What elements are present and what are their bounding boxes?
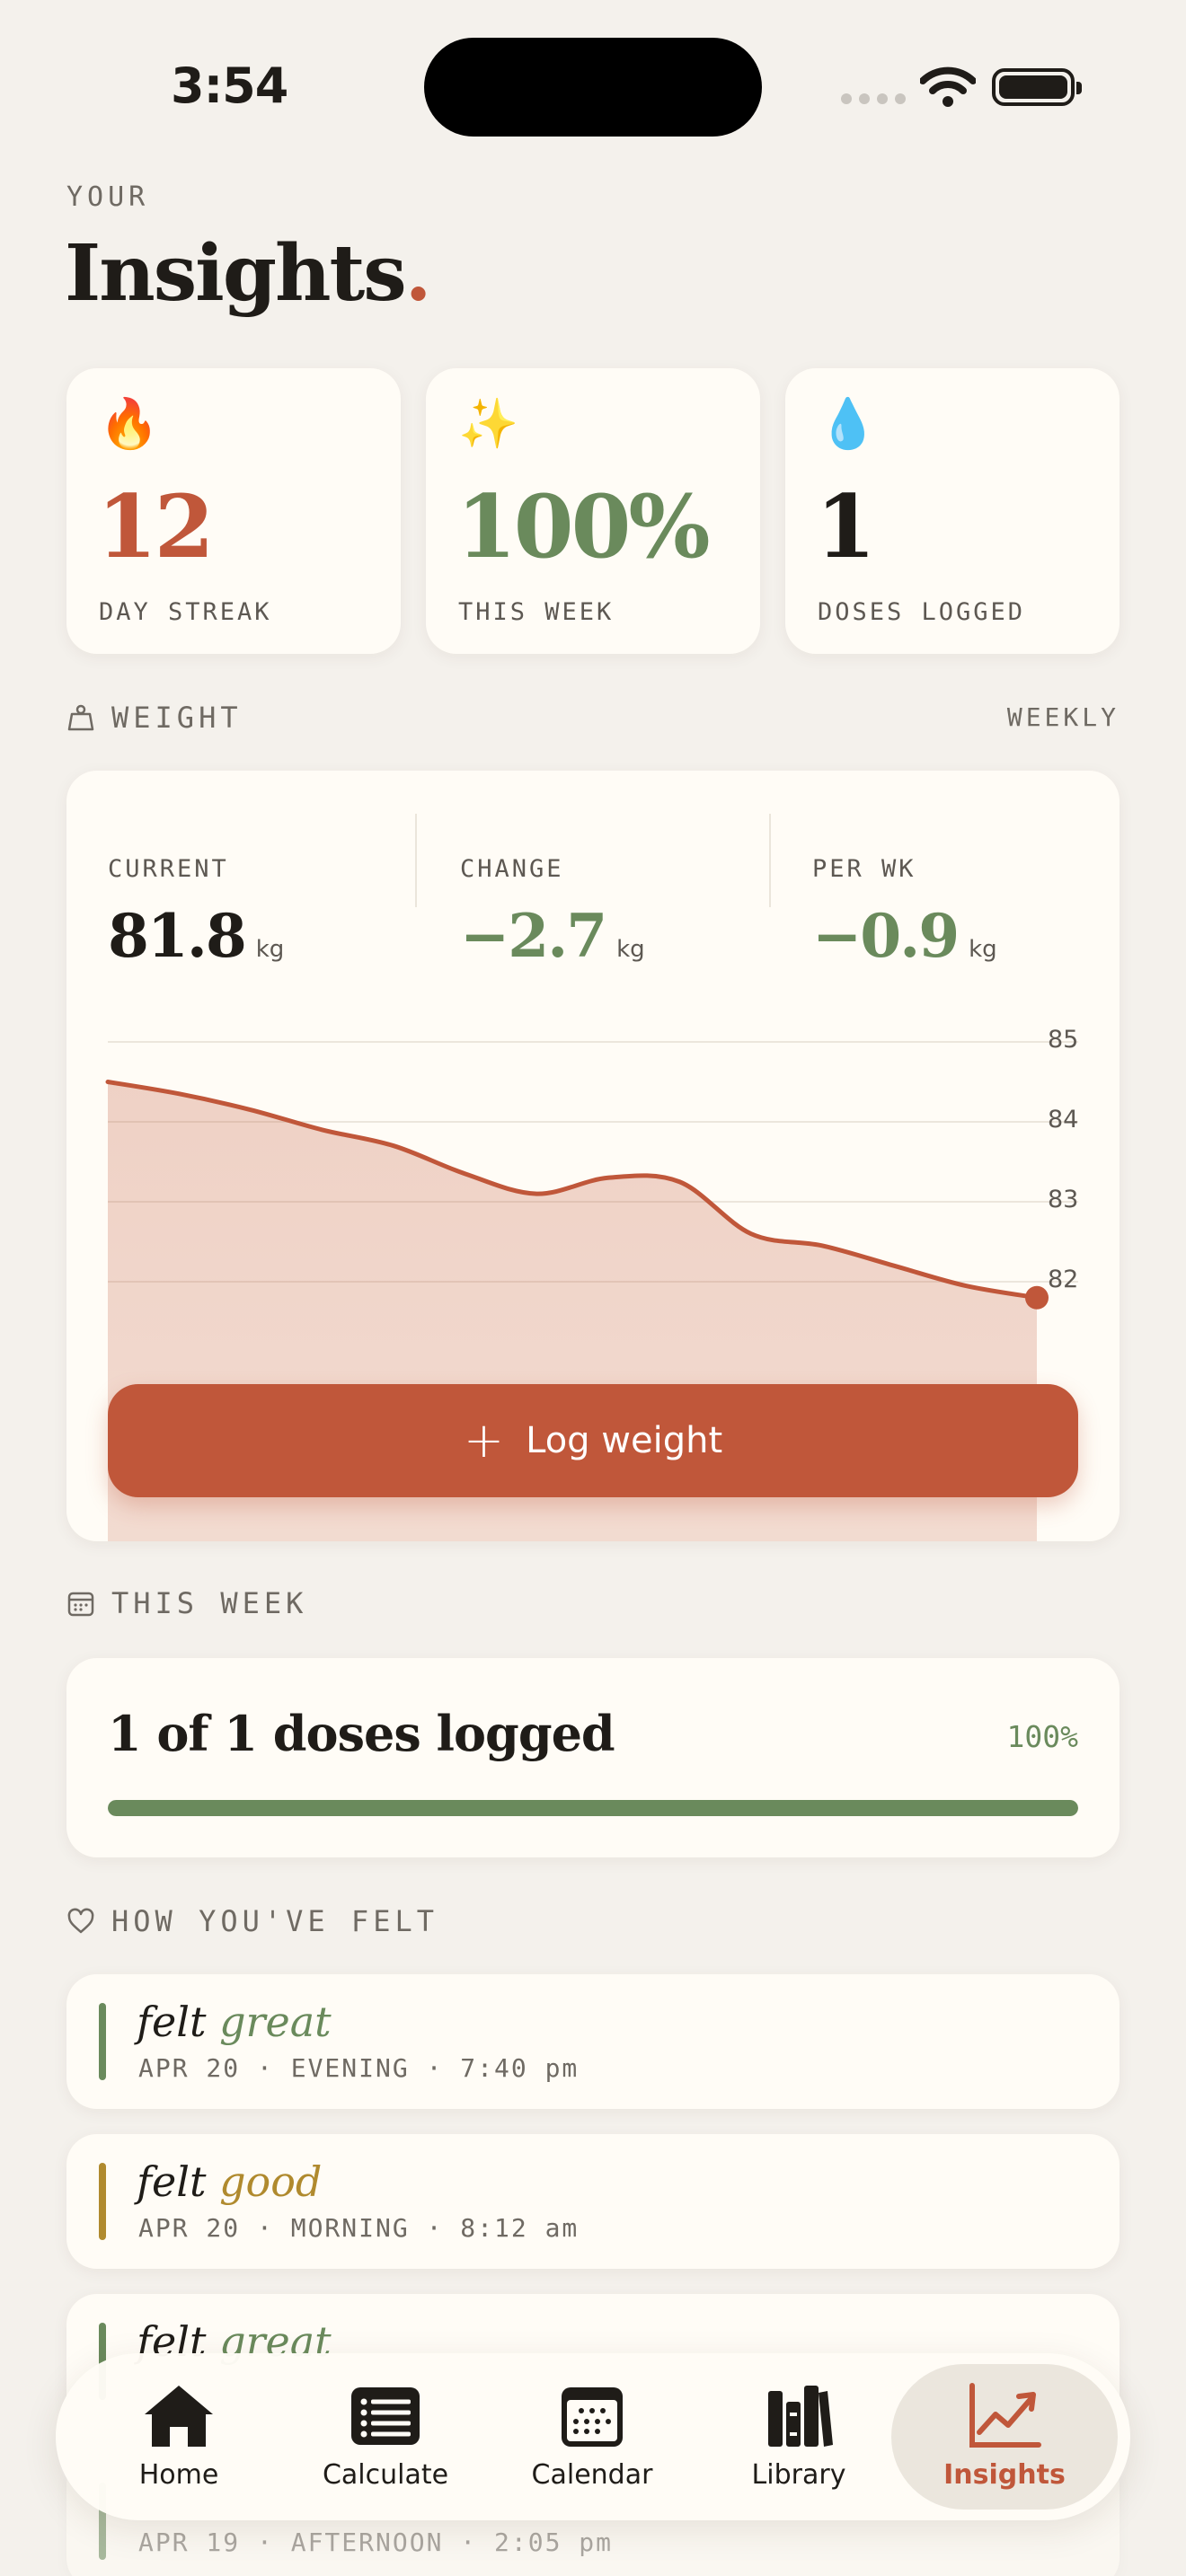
log-weight-button[interactable]: + Log weight: [108, 1384, 1078, 1497]
books-icon: [768, 2386, 833, 2447]
chart-icon: [969, 2383, 1041, 2448]
tab-home[interactable]: Home: [75, 2353, 282, 2520]
feeling-meta: APR 20 · EVENING · 7:40 pm: [138, 2053, 580, 2083]
weight-section-header: WEIGHT: [66, 701, 243, 735]
weight-icon: [67, 704, 94, 731]
tab-insights[interactable]: Insights: [891, 2364, 1118, 2510]
week-progress-fill: [108, 1800, 1078, 1816]
doses-summary: 1 of 1 doses logged: [108, 1705, 615, 1762]
mood-stripe: [99, 2003, 106, 2080]
tab-calculate[interactable]: Calculate: [282, 2353, 489, 2520]
tab-label: Calculate: [322, 2459, 449, 2491]
wifi-icon: [920, 66, 976, 107]
felt-prefix: felt: [137, 1998, 207, 2046]
y-tick-label: 82: [1048, 1266, 1079, 1293]
sparkles-icon: ✨: [458, 395, 519, 452]
stat-value: 1: [816, 476, 876, 578]
stat-label: THIS WEEK: [458, 598, 615, 626]
section-label: HOW YOU'VE FELT: [111, 1904, 438, 1938]
page-title-text: Insights: [65, 228, 407, 319]
week-percent: 100%: [1006, 1719, 1078, 1754]
calendar-icon: [562, 2387, 623, 2447]
status-time: 3:54: [171, 57, 288, 114]
tab-label: Home: [138, 2459, 219, 2491]
tab-label: Calendar: [531, 2459, 653, 2491]
section-label: WEIGHT: [111, 701, 243, 735]
feeling-meta: APR 20 · MORNING · 8:12 am: [138, 2213, 580, 2243]
feeling-entry[interactable]: felt good APR 20 · MORNING · 8:12 am: [66, 2134, 1120, 2269]
tab-label: Insights: [943, 2459, 1066, 2491]
page-title: Insights.: [65, 228, 432, 319]
page-eyebrow: YOUR: [66, 181, 150, 213]
stat-card-week: ✨ 100% THIS WEEK: [426, 368, 760, 654]
feeling-entry[interactable]: felt great APR 20 · EVENING · 7:40 pm: [66, 1974, 1120, 2109]
calendar-small-icon: [67, 1592, 94, 1617]
latest-point: [1025, 1285, 1049, 1310]
mood-label: good: [219, 2157, 323, 2206]
log-weight-label: Log weight: [526, 1420, 723, 1461]
title-dot: .: [404, 228, 432, 319]
mood-stripe: [99, 2163, 106, 2240]
stat-card-doses: 💧 1 DOSES LOGGED: [785, 368, 1120, 654]
mood-label: great: [219, 1998, 332, 2046]
section-label: THIS WEEK: [111, 1586, 308, 1620]
tab-bar: Home Calculate Calendar Library Insights: [56, 2353, 1130, 2520]
home-icon: [145, 2386, 213, 2447]
tab-calendar[interactable]: Calendar: [489, 2353, 695, 2520]
weight-card: CURRENT 81.8 kg CHANGE −2.7 kg PER WK −0.9…: [66, 771, 1120, 1541]
feelings-section-header: HOW YOU'VE FELT: [66, 1904, 438, 1938]
stat-label: DAY STREAK: [99, 598, 272, 626]
fire-icon: 🔥: [99, 395, 160, 452]
stat-card-streak: 🔥 12 DAY STREAK: [66, 368, 401, 654]
feeling-meta: APR 19 · AFTERNOON · 2:05 pm: [138, 2527, 614, 2557]
signal-icon: [841, 93, 906, 104]
tab-library[interactable]: Library: [695, 2353, 902, 2520]
stat-value: 12: [97, 476, 215, 578]
droplet-icon: 💧: [818, 395, 879, 452]
week-section-header: THIS WEEK: [66, 1586, 307, 1620]
dynamic-island: [424, 38, 762, 137]
plus-icon: +: [463, 1412, 505, 1469]
week-progress: [108, 1800, 1078, 1816]
felt-prefix: felt: [137, 2157, 207, 2206]
period-toggle[interactable]: WEEKLY: [1007, 702, 1120, 732]
tab-label: Library: [751, 2459, 846, 2491]
heart-icon: [67, 1908, 94, 1934]
battery-icon: [992, 68, 1082, 106]
y-tick-label: 84: [1048, 1106, 1079, 1134]
y-tick-label: 83: [1048, 1186, 1079, 1213]
list-icon: [351, 2387, 420, 2445]
y-tick-label: 85: [1048, 1026, 1079, 1054]
stat-label: DOSES LOGGED: [818, 598, 1026, 626]
week-card: 1 of 1 doses logged 100%: [66, 1658, 1120, 1857]
stat-value: 100%: [456, 476, 711, 578]
